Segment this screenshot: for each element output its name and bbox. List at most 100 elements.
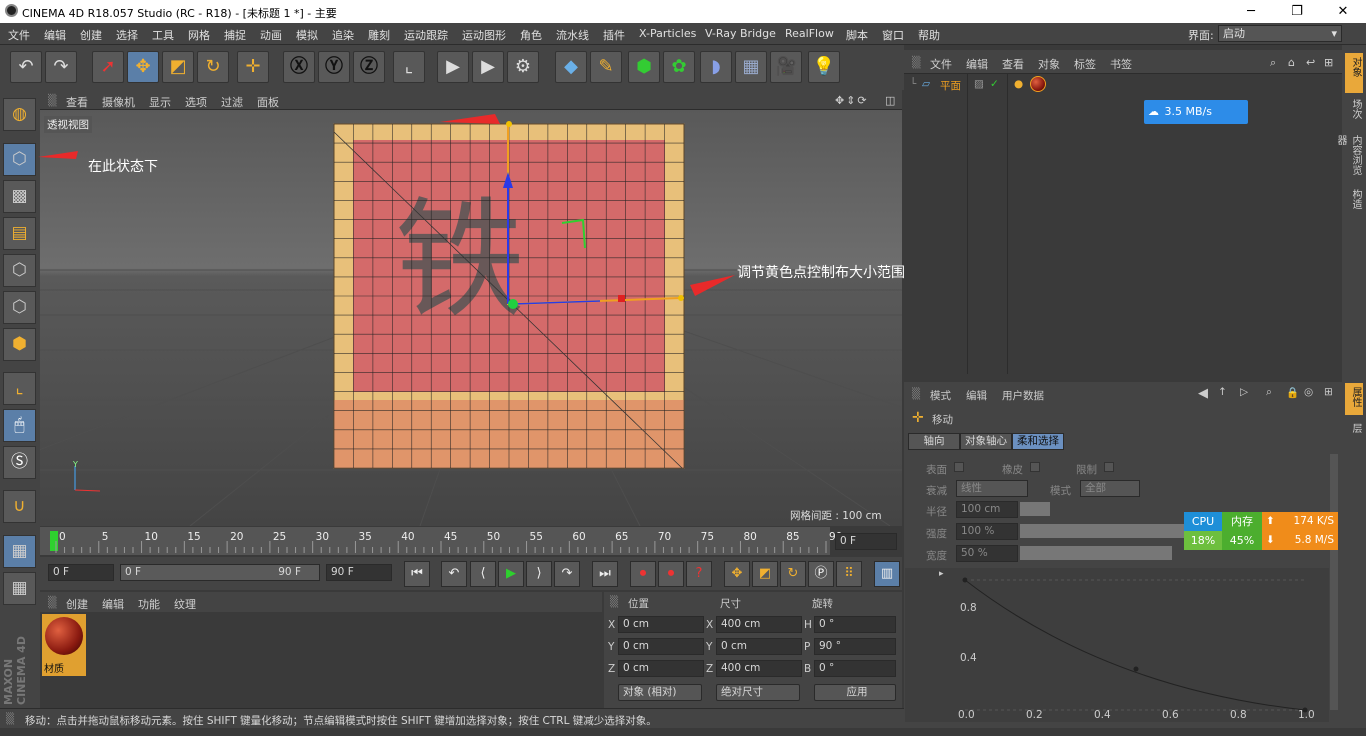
menu-mesh[interactable]: 网格 — [188, 27, 210, 43]
cube-icon[interactable]: ◆ — [555, 51, 587, 83]
material-tag-icon[interactable] — [1030, 76, 1046, 92]
coord-mode-select[interactable]: 对象 (相对) — [618, 684, 702, 701]
snap-icon[interactable]: Ⓢ — [3, 446, 36, 479]
menu-help[interactable]: 帮助 — [918, 27, 940, 43]
move-tool-icon[interactable]: ✥ — [127, 51, 159, 83]
points-mode-icon[interactable]: ⬡ — [3, 254, 36, 287]
mode-select[interactable]: 全部 — [1080, 480, 1140, 497]
position-x-field[interactable]: 0 cm — [618, 616, 704, 633]
object-menu-edit[interactable]: 编辑 — [966, 56, 988, 72]
menu-plugins[interactable]: 插件 — [603, 27, 625, 43]
size-y-field[interactable]: 0 cm — [716, 638, 802, 655]
start-frame-field[interactable]: 0 F — [48, 564, 114, 581]
home-icon[interactable]: ⌂ — [1288, 56, 1295, 69]
viewport-menu-options[interactable]: 选项 — [185, 94, 207, 110]
current-frame-field[interactable]: 0 F — [835, 533, 897, 550]
surface-checkbox[interactable] — [954, 462, 964, 472]
viewport[interactable]: 铁 透视视图 Y 网格间距 : 100 cm — [40, 110, 902, 526]
attr-menu-edit[interactable]: 编辑 — [966, 388, 987, 403]
size-mode-select[interactable]: 绝对尺寸 — [716, 684, 800, 701]
pen-icon[interactable]: ✎ — [590, 51, 622, 83]
key-scale-icon[interactable]: ◩ — [752, 561, 778, 587]
object-name[interactable]: 平面 — [940, 78, 961, 93]
menu-create[interactable]: 创建 — [80, 27, 102, 43]
current-frame-marker[interactable] — [50, 531, 58, 551]
magnet-icon[interactable]: ∪ — [3, 490, 36, 523]
limit-checkbox[interactable] — [1104, 462, 1114, 472]
model-mode-icon[interactable]: ⬡ — [3, 143, 36, 176]
z-axis-icon[interactable]: Ⓩ — [353, 51, 385, 83]
menu-pipeline[interactable]: 流水线 — [556, 27, 589, 43]
object-menu-tags[interactable]: 标签 — [1074, 56, 1096, 72]
maximize-button[interactable]: ❐ — [1274, 0, 1320, 23]
rubber-checkbox[interactable] — [1030, 462, 1040, 472]
workplane-mode-icon[interactable]: ▤ — [3, 217, 36, 250]
falloff-select[interactable]: 线性 — [956, 480, 1028, 497]
width-slider[interactable] — [1020, 546, 1172, 560]
menu-select[interactable]: 选择 — [116, 27, 138, 43]
width-field[interactable]: 50 % — [956, 545, 1018, 562]
attr-menu-userdata[interactable]: 用户数据 — [1002, 388, 1044, 403]
menu-character[interactable]: 角色 — [520, 27, 542, 43]
menu-animate[interactable]: 动画 — [260, 27, 282, 43]
undo-icon[interactable]: ↶ — [10, 51, 42, 83]
redo-icon[interactable]: ↷ — [45, 51, 77, 83]
position-y-field[interactable]: 0 cm — [618, 638, 704, 655]
floor-icon[interactable]: ▦ — [735, 51, 767, 83]
autokey-icon[interactable]: ⏺ — [658, 561, 684, 587]
tab-soft-selection[interactable]: 柔和选择 — [1012, 433, 1064, 450]
material-menu-function[interactable]: 功能 — [138, 596, 160, 612]
tab-layers[interactable]: 层 — [1345, 419, 1363, 439]
soft-selection-icon[interactable]: ▦ — [3, 572, 36, 605]
go-to-end-icon[interactable]: ⏭ — [592, 561, 618, 587]
camera-icon[interactable]: 🎥 — [770, 51, 802, 83]
texture-tag-icon[interactable]: ● — [1014, 78, 1023, 90]
nav-up-icon[interactable]: ↑ — [1218, 386, 1227, 398]
material-menu-texture[interactable]: 纹理 — [174, 596, 196, 612]
go-to-start-icon[interactable]: ⏮ — [404, 561, 430, 587]
apply-button[interactable]: 应用 — [814, 684, 896, 701]
menu-render[interactable]: 追染 — [332, 27, 354, 43]
falloff-graph[interactable]: ▸ 0.8 0.4 0.0 0.2 0.4 0.6 0.8 1.0 — [905, 568, 1329, 722]
editable-toggle-icon[interactable]: ▨ — [974, 78, 984, 90]
nav-forward-icon[interactable]: ▷ — [1240, 386, 1248, 398]
render-settings-icon[interactable]: ⚙ — [507, 51, 539, 83]
next-frame-icon[interactable]: ⟩ — [526, 561, 552, 587]
layout-select[interactable]: 启动 ▾ — [1218, 25, 1342, 42]
tweak-mode-icon[interactable]: 🖱 — [3, 409, 36, 442]
tab-structure[interactable]: 构造 — [1345, 185, 1363, 219]
pivot-handle[interactable] — [508, 299, 518, 309]
menu-sculpt[interactable]: 雕刻 — [368, 27, 390, 43]
material-menu-edit[interactable]: 编辑 — [102, 596, 124, 612]
deformer-icon[interactable]: ◗ — [700, 51, 732, 83]
key-position-icon[interactable]: ✥ — [724, 561, 750, 587]
search-icon[interactable]: ⌕ — [1270, 56, 1276, 70]
menu-simulate[interactable]: 模拟 — [296, 27, 318, 43]
record-keys-icon[interactable]: ⏺ — [630, 561, 656, 587]
timeline[interactable]: 051015202530354045505560657075808590 0 F — [40, 527, 902, 557]
array-icon[interactable]: ✿ — [663, 51, 695, 83]
lock-icon[interactable]: 🔒 — [1286, 386, 1299, 399]
timeline-window-icon[interactable]: ▥ — [874, 561, 900, 587]
axis-mode-icon[interactable]: ⌞ — [3, 372, 36, 405]
viewport-menu-panel[interactable]: 面板 — [257, 94, 279, 110]
nav-back-icon[interactable]: ◀ — [1198, 386, 1208, 401]
radius-slider[interactable] — [1020, 502, 1050, 516]
rotation-p-field[interactable]: 90 ° — [814, 638, 896, 655]
scale-tool-icon[interactable]: ◩ — [162, 51, 194, 83]
key-pla-icon[interactable]: ⠿ — [836, 561, 862, 587]
x-axis-icon[interactable]: Ⓧ — [283, 51, 315, 83]
menu-script[interactable]: 脚本 — [846, 27, 868, 43]
object-menu-bookmarks[interactable]: 书签 — [1110, 56, 1132, 72]
radius-field[interactable]: 100 cm — [956, 501, 1018, 518]
tab-objects[interactable]: 对象 — [1345, 53, 1363, 93]
menu-snap[interactable]: 捕捉 — [224, 27, 246, 43]
rotation-h-field[interactable]: 0 ° — [814, 616, 896, 633]
menu-tools[interactable]: 工具 — [152, 27, 174, 43]
viewport-nav-icon[interactable]: ✥⇕⟳ — [835, 94, 869, 107]
subdivision-icon[interactable]: ⬢ — [628, 51, 660, 83]
render-view-icon[interactable]: ▶ — [437, 51, 469, 83]
menu-file[interactable]: 文件 — [8, 27, 30, 43]
render-picture-viewer-icon[interactable]: ▶ — [472, 51, 504, 83]
y-axis-icon[interactable]: Ⓨ — [318, 51, 350, 83]
